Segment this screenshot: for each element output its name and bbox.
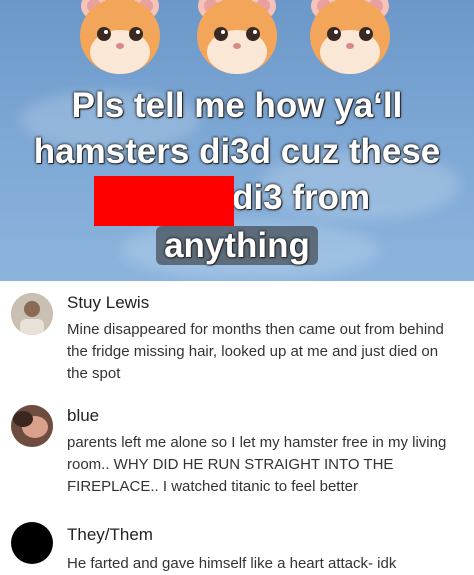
caption-line-3: di3 from bbox=[232, 178, 371, 217]
avatar[interactable] bbox=[11, 293, 53, 335]
comment-text: Mine disappeared for months then came ou… bbox=[67, 321, 444, 382]
avatar[interactable] bbox=[11, 405, 53, 447]
comment-author[interactable]: They/Them bbox=[67, 525, 153, 545]
hamster-face-icon bbox=[80, 0, 160, 74]
comment-author[interactable]: Stuy Lewis bbox=[67, 293, 149, 313]
censor-box bbox=[94, 176, 234, 226]
comment-text: parents left me alone so I let my hamste… bbox=[67, 434, 447, 495]
caption-line-1: Pls tell me how ya‘ll bbox=[71, 86, 403, 125]
hamster-face-icon bbox=[310, 0, 390, 74]
hamster-emoji-row bbox=[0, 0, 474, 80]
hamster-face-icon bbox=[197, 0, 277, 74]
caption-line-2: hamsters di3d cuz these bbox=[33, 132, 441, 171]
caption-line-4: anything bbox=[0, 224, 474, 267]
post-image: Pls tell me how ya‘ll hamsters di3d cuz … bbox=[0, 0, 474, 281]
comment-text: He farted and gave himself like a heart … bbox=[67, 555, 397, 572]
comment-author[interactable]: blue bbox=[67, 406, 99, 426]
avatar[interactable] bbox=[11, 522, 53, 564]
caption-line-4-text: anything bbox=[156, 226, 318, 265]
